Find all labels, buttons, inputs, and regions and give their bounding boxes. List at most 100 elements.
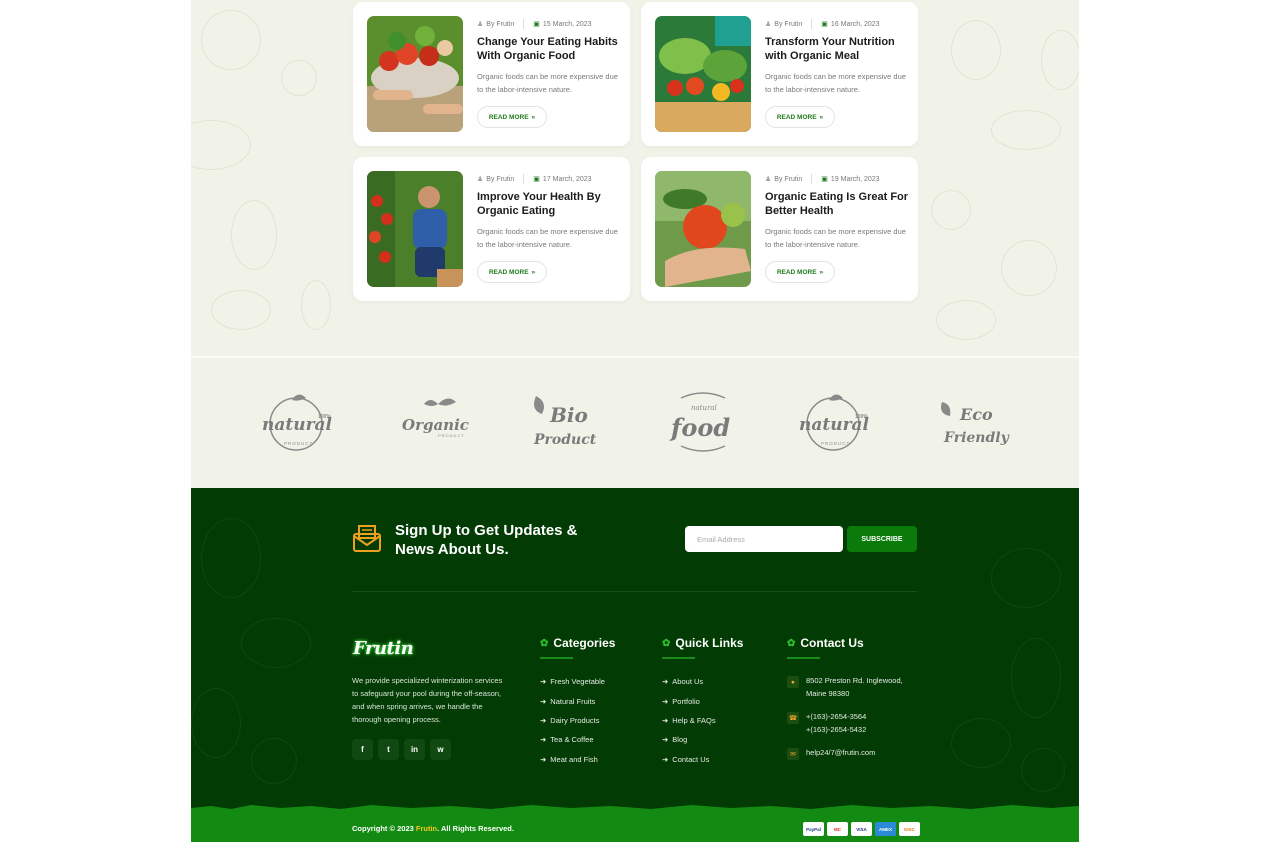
blog-card[interactable]: ♟ By Frutin ▣ 16 March, 2023 Transform Y… — [641, 2, 918, 146]
post-excerpt: Organic foods can be more expensive due … — [765, 72, 906, 94]
read-more-button[interactable]: READ MORE » — [765, 106, 835, 128]
leaf-icon: ✿ — [662, 637, 671, 649]
whatsapp-icon[interactable]: w — [430, 739, 451, 760]
contact-address: ● 8502 Preston Rd. Inglewood, Maine 9838… — [787, 674, 903, 700]
post-title[interactable]: Improve Your Health By Organic Eating — [477, 190, 622, 218]
blog-card[interactable]: ♟ By Frutin ▣ 15 March, 2023 Change Your… — [353, 2, 630, 146]
read-more-button[interactable]: READ MORE » — [765, 261, 835, 283]
blog-card[interactable]: ♟ By Frutin ▣ 19 March, 2023 Organic Eat… — [641, 157, 918, 301]
post-date: 16 March, 2023 — [830, 20, 880, 28]
double-chevron-right-icon: » — [819, 268, 824, 276]
page: ♟ By Frutin ▣ 15 March, 2023 Change Your… — [191, 0, 1079, 842]
read-more-button[interactable]: READ MORE » — [477, 106, 547, 128]
blog-section: ♟ By Frutin ▣ 15 March, 2023 Change Your… — [191, 0, 1079, 356]
facebook-icon[interactable]: f — [352, 739, 373, 760]
arrow-right-icon: ➜ — [540, 677, 547, 687]
read-more-label: READ MORE — [776, 113, 817, 121]
blog-image-tomato-hand[interactable] — [655, 171, 751, 287]
footer-link[interactable]: ➜ Contact Us — [662, 750, 743, 769]
brand-text-bottom: PRODUCT — [438, 433, 465, 438]
footer-link[interactable]: ➜ Help & FAQs — [662, 711, 743, 730]
brand-text-main: Bio — [549, 403, 588, 427]
calendar-icon: ▣ — [821, 21, 828, 28]
meta-divider — [523, 174, 525, 184]
phone-icon: ☎ — [787, 712, 799, 724]
post-meta: ♟ By Frutin ▣ 17 March, 2023 — [477, 174, 592, 184]
blog-image-vegetable-crate[interactable] — [655, 16, 751, 132]
brand-text-top: natural — [691, 404, 717, 412]
linkedin-icon[interactable]: in — [404, 739, 425, 760]
arrow-right-icon: ➜ — [662, 754, 669, 764]
email-input[interactable] — [685, 526, 843, 552]
blog-image-vegetable-bowl[interactable] — [367, 16, 463, 132]
footer-divider — [352, 591, 917, 592]
post-date: 17 March, 2023 — [542, 175, 592, 183]
contact-heading: Contact Us — [800, 636, 864, 650]
user-icon: ♟ — [765, 21, 772, 28]
post-excerpt: Organic foods can be more expensive due … — [477, 72, 618, 94]
read-more-label: READ MORE — [776, 268, 817, 276]
blog-card[interactable]: ♟ By Frutin ▣ 17 March, 2023 Improve You… — [353, 157, 630, 301]
categories-heading: Categories — [553, 636, 616, 650]
copyright-bar — [191, 810, 1079, 842]
quick-links-heading: Quick Links — [675, 636, 744, 650]
footer-link[interactable]: ➜ Fresh Vegetable — [540, 672, 615, 691]
organic-product-logo: Organic PRODUCT — [398, 390, 478, 456]
blog-image-farmer-tomatoes[interactable] — [367, 171, 463, 287]
footer-link[interactable]: ➜ Tea & Coffee — [540, 730, 615, 749]
footer-link[interactable]: ➜ About Us — [662, 672, 743, 691]
read-more-label: READ MORE — [488, 268, 529, 276]
quick-links-column: ✿ Quick Links ➜ About Us ➜ Portfolio ➜ Help… — [662, 636, 743, 769]
double-chevron-right-icon: » — [531, 268, 536, 276]
post-title[interactable]: Change Your Eating Habits With Organic F… — [477, 35, 622, 63]
brand-logos-strip: 100% natural PRODUCT Organic PRODUCT Bio… — [191, 356, 1079, 488]
meta-divider — [811, 174, 813, 184]
footer-link[interactable]: ➜ Dairy Products — [540, 711, 615, 730]
natural-100-logo-2: 100% natural PRODUCT — [795, 390, 875, 456]
arrow-right-icon: ➜ — [662, 677, 669, 687]
footer-link[interactable]: ➜ Meat and Fish — [540, 750, 615, 769]
payment-methods: PayPal MC VISA AMEX DISC — [803, 822, 920, 836]
post-author: By Frutin — [774, 175, 803, 183]
calendar-icon: ▣ — [533, 176, 540, 183]
footer-logo[interactable]: Frutin — [353, 638, 414, 659]
brand-text-bottom: Friendly — [943, 430, 1010, 446]
subscribe-button[interactable]: SUBSCRIBE — [847, 526, 917, 552]
bio-product-logo: Bio Product — [528, 390, 608, 456]
contact-column: ✿ Contact Us ● 8502 Preston Rd. Inglewoo… — [787, 636, 903, 760]
post-title[interactable]: Transform Your Nutrition with Organic Me… — [765, 35, 910, 63]
heading-underline — [787, 657, 820, 659]
brand-text-main: food — [669, 413, 730, 442]
post-date: 19 March, 2023 — [830, 175, 880, 183]
user-icon: ♟ — [477, 21, 484, 28]
calendar-icon: ▣ — [821, 176, 828, 183]
arrow-right-icon: ➜ — [662, 735, 669, 745]
mail-icon: ✉ — [787, 748, 799, 760]
footer-about-text: We provide specialized winterization ser… — [352, 676, 503, 724]
footer-link[interactable]: ➜ Portfolio — [662, 691, 743, 710]
double-chevron-right-icon: » — [819, 113, 824, 121]
eco-friendly-logo: Eco Friendly — [934, 390, 1014, 456]
brand-text-main: natural — [262, 415, 333, 435]
leaf-icon: ✿ — [540, 637, 549, 649]
post-meta: ♟ By Frutin ▣ 15 March, 2023 — [477, 19, 592, 29]
post-excerpt: Organic foods can be more expensive due … — [477, 227, 618, 249]
contact-email[interactable]: ✉ help24/7@frutin.com — [787, 746, 903, 760]
footer-link[interactable]: ➜ Blog — [662, 730, 743, 749]
contact-phone[interactable]: ☎ +(163)-2654-3564 +(163)-2654-5432 — [787, 710, 903, 736]
copyright-brand-link[interactable]: Frutin — [416, 824, 437, 833]
brand-text-bottom: Product — [533, 432, 597, 448]
read-more-button[interactable]: READ MORE » — [477, 261, 547, 283]
arrow-right-icon: ➜ — [540, 696, 547, 706]
post-title[interactable]: Organic Eating Is Great For Better Healt… — [765, 190, 910, 218]
footer-link[interactable]: ➜ Natural Fruits — [540, 691, 615, 710]
heading-underline — [662, 657, 695, 659]
post-excerpt: Organic foods can be more expensive due … — [765, 227, 906, 249]
discover-icon: DISC — [899, 822, 920, 836]
arrow-right-icon: ➜ — [540, 735, 547, 745]
arrow-right-icon: ➜ — [540, 754, 547, 764]
read-more-label: READ MORE — [488, 113, 529, 121]
amex-icon: AMEX — [875, 822, 896, 836]
twitter-icon[interactable]: t — [378, 739, 399, 760]
location-pin-icon: ● — [787, 676, 799, 688]
